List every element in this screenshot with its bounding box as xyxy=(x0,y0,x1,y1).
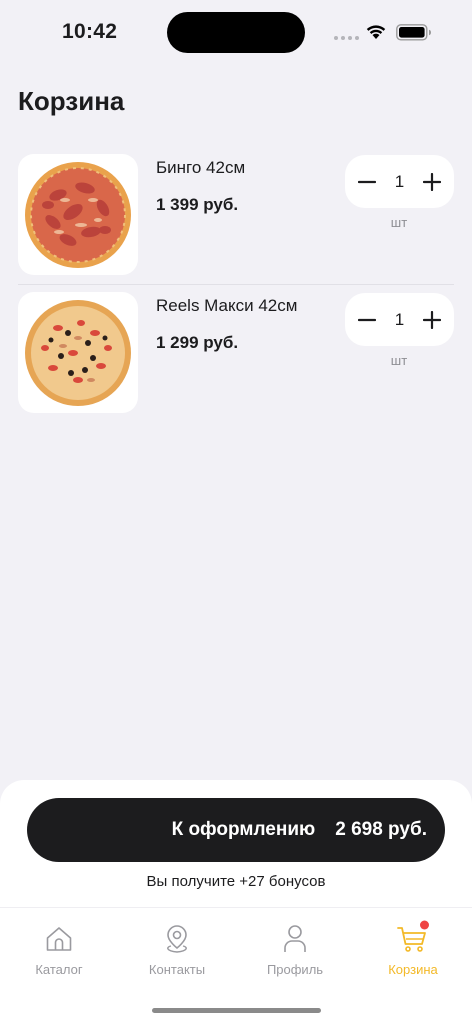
tab-catalog[interactable]: Каталог xyxy=(9,920,109,977)
home-icon xyxy=(46,927,72,951)
checkout-label: К оформлению xyxy=(171,819,316,840)
plus-icon xyxy=(423,172,441,191)
product-name: Бинго 42см xyxy=(156,158,246,177)
page-title: Корзина xyxy=(18,86,125,116)
dynamic-island xyxy=(167,12,305,53)
quantity-value: 1 xyxy=(394,171,405,191)
plus-button[interactable] xyxy=(422,172,442,192)
location-pin-icon xyxy=(167,925,187,953)
tab-bar-divider xyxy=(0,907,472,908)
product-image[interactable] xyxy=(18,292,138,413)
pizza-reels-maxi-image xyxy=(25,299,131,406)
cart-icon xyxy=(397,920,429,952)
pizza-bingo-image xyxy=(25,161,131,268)
tab-bar: Каталог Контакты Профиль Корзина xyxy=(0,920,472,984)
product-name: Reels Макси 42см xyxy=(156,296,298,315)
wifi-icon xyxy=(366,25,386,39)
minus-button[interactable] xyxy=(357,310,377,330)
cart-item: Reels Макси 42см 1 299 руб. 1 шт xyxy=(0,292,472,430)
quantity-unit: шт xyxy=(390,353,408,368)
minus-button[interactable] xyxy=(357,172,377,192)
checkout-button[interactable]: К оформлению 2 698 руб. xyxy=(27,798,445,862)
cart-item: Бинго 42см 1 399 руб. 1 шт xyxy=(0,154,472,292)
minus-icon xyxy=(358,318,376,321)
tab-contacts[interactable]: Контакты xyxy=(127,920,227,977)
quantity-stepper: 1 xyxy=(345,293,454,346)
status-bar: 10:42 xyxy=(0,0,472,64)
status-time: 10:42 xyxy=(62,20,118,43)
person-icon xyxy=(284,925,306,952)
tab-profile[interactable]: Профиль xyxy=(245,920,345,977)
item-divider xyxy=(18,284,454,285)
battery-icon xyxy=(396,24,431,41)
minus-icon xyxy=(358,180,376,183)
checkout-total: 2 698 руб. xyxy=(335,819,427,840)
cart-badge xyxy=(420,920,429,930)
home-indicator xyxy=(152,1008,321,1013)
plus-button[interactable] xyxy=(422,310,442,330)
quantity-stepper: 1 xyxy=(345,155,454,208)
plus-icon xyxy=(423,310,441,329)
bottom-sheet: К оформлению 2 698 руб. Вы получите +27 … xyxy=(0,780,472,1024)
cart-list: Бинго 42см 1 399 руб. 1 шт Reels Макси 4… xyxy=(0,154,472,430)
signal-icon xyxy=(334,36,359,40)
product-image[interactable] xyxy=(18,154,138,275)
tab-label: Профиль xyxy=(266,962,324,977)
tab-label: Каталог xyxy=(35,962,83,977)
quantity-value: 1 xyxy=(394,309,405,329)
product-price: 1 399 руб. xyxy=(156,195,239,214)
tab-cart[interactable]: Корзина xyxy=(363,920,463,977)
product-price: 1 299 руб. xyxy=(156,333,239,352)
tab-label: Корзина xyxy=(388,962,438,977)
bonus-info: Вы получите +27 бонусов xyxy=(146,873,326,890)
quantity-unit: шт xyxy=(390,215,408,230)
tab-label: Контакты xyxy=(148,962,206,977)
